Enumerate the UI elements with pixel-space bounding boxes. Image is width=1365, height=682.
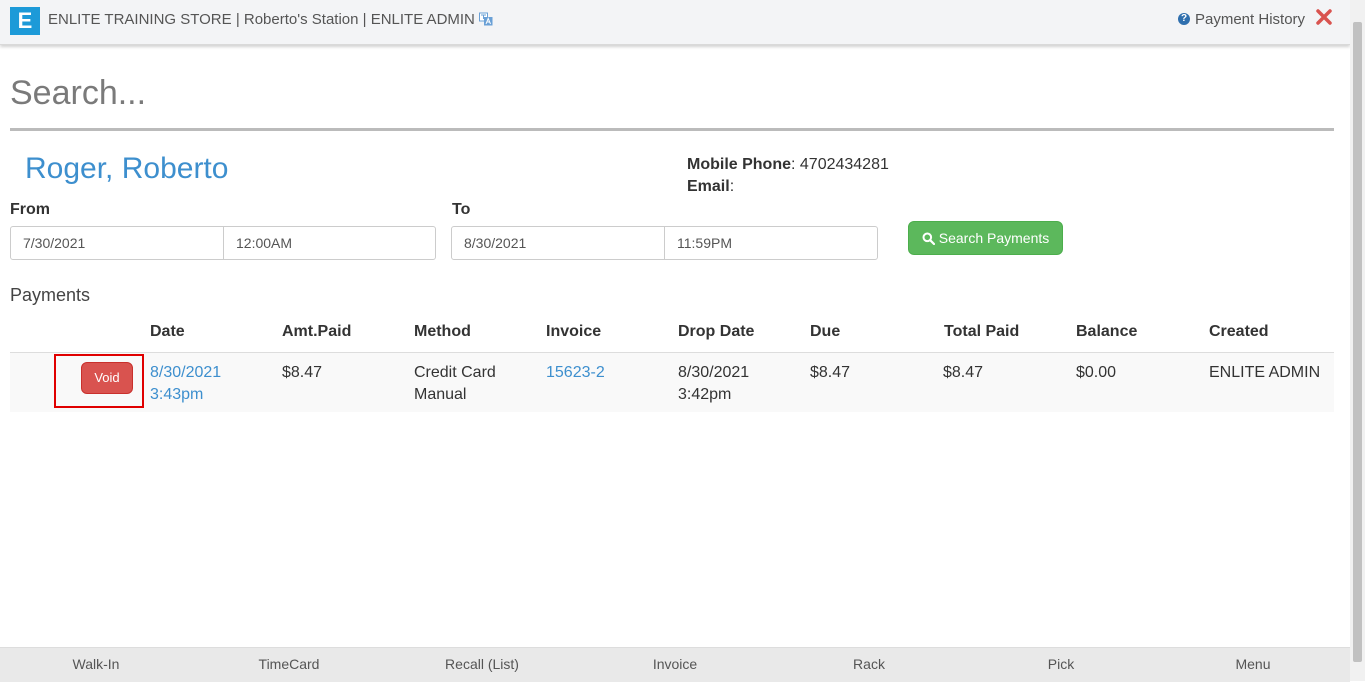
amt-paid-cell: $8.47 <box>282 364 323 381</box>
due-cell: $8.47 <box>810 364 851 381</box>
nav-recall-list[interactable]: Recall (List) <box>387 656 577 672</box>
column-header-balance: Balance <box>1076 323 1138 340</box>
balance-cell: $0.00 <box>1076 364 1117 381</box>
drop-time: 3:42pm <box>678 386 732 403</box>
from-time-field[interactable]: 12:00AM <box>223 227 435 259</box>
method-cell: Credit Card Manual <box>414 362 496 406</box>
search-input[interactable] <box>10 58 1334 131</box>
from-label: From <box>10 201 50 218</box>
nav-menu[interactable]: Menu <box>1158 656 1348 672</box>
to-date-range: 8/30/2021 11:59PM <box>451 226 878 260</box>
created-cell: ENLITE ADMIN <box>1209 364 1321 381</box>
enlite-logo-icon[interactable]: E <box>10 7 40 35</box>
scrollbar-thumb[interactable] <box>1353 22 1362 662</box>
method-line-2: Manual <box>414 386 467 403</box>
vertical-scrollbar[interactable] <box>1350 0 1365 681</box>
translate-icon[interactable] <box>479 12 493 26</box>
column-header-amt-paid: Amt.Paid <box>282 323 352 340</box>
bottom-nav: Walk-In TimeCard Recall (List) Invoice R… <box>0 647 1350 682</box>
to-label: To <box>452 201 471 218</box>
column-header-date: Date <box>150 323 185 340</box>
payment-time: 3:43pm <box>150 386 204 403</box>
payments-section-title: Payments <box>10 285 91 305</box>
column-header-invoice: Invoice <box>546 323 602 340</box>
from-date-range: 7/30/2021 12:00AM <box>10 226 436 260</box>
column-header-due: Due <box>810 323 841 340</box>
search-payments-button[interactable]: Search Payments <box>908 221 1063 255</box>
search-icon <box>922 232 935 245</box>
nav-invoice[interactable]: Invoice <box>580 656 770 672</box>
customer-name[interactable]: Roger, Roberto <box>25 152 228 186</box>
nav-rack[interactable]: Rack <box>774 656 964 672</box>
payment-date: 8/30/2021 <box>150 364 222 381</box>
drop-date-cell: 8/30/2021 3:42pm <box>678 362 749 406</box>
mobile-phone-value: 4702434281 <box>799 156 889 173</box>
question-circle-icon[interactable]: ? <box>1178 13 1190 25</box>
void-button[interactable]: Void <box>81 362 133 394</box>
payment-date-link[interactable]: 8/30/2021 3:43pm <box>150 362 221 406</box>
mobile-phone-line: Mobile Phone: 4702434281 <box>687 156 889 173</box>
method-line-1: Credit Card <box>414 364 496 381</box>
column-header-total-paid: Total Paid <box>944 323 1020 340</box>
to-time-field[interactable]: 11:59PM <box>664 227 877 259</box>
nav-timecard[interactable]: TimeCard <box>194 656 384 672</box>
close-icon[interactable] <box>1315 8 1333 26</box>
drop-date: 8/30/2021 <box>678 364 750 381</box>
to-date-field[interactable]: 8/30/2021 <box>452 227 664 259</box>
nav-walk-in[interactable]: Walk-In <box>1 656 191 672</box>
store-title: ENLITE TRAINING STORE | Roberto's Statio… <box>48 11 475 28</box>
email-label: Email <box>687 178 730 195</box>
from-date-field[interactable]: 7/30/2021 <box>11 227 223 259</box>
email-line: Email: <box>687 178 735 195</box>
column-header-created: Created <box>1209 323 1269 340</box>
column-header-method: Method <box>414 323 471 340</box>
column-header-drop-date: Drop Date <box>678 323 755 340</box>
search-payments-label: Search Payments <box>938 230 1050 246</box>
payment-history-link[interactable]: Payment History <box>1195 11 1305 28</box>
mobile-phone-label: Mobile Phone <box>687 156 791 173</box>
invoice-link[interactable]: 15623-2 <box>546 362 605 384</box>
nav-pick[interactable]: Pick <box>966 656 1156 672</box>
app-header: E ENLITE TRAINING STORE | Roberto's Stat… <box>0 0 1350 45</box>
total-paid-cell: $8.47 <box>943 364 984 381</box>
